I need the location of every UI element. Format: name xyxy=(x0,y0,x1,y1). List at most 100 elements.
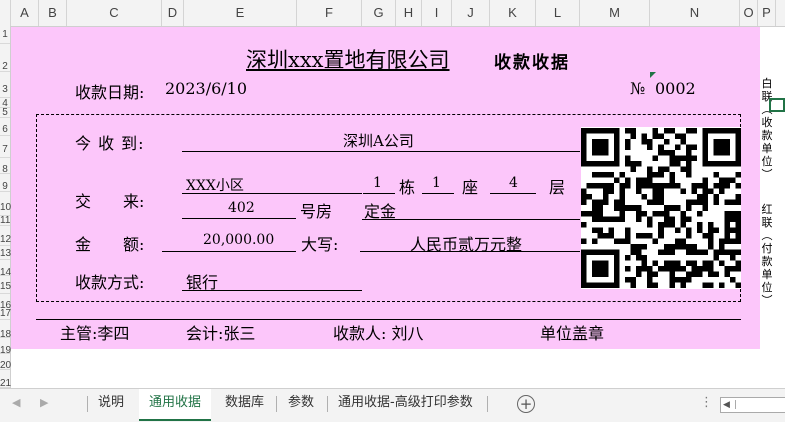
row-header[interactable]: 9 xyxy=(0,174,10,192)
side-char: 联 xyxy=(761,216,773,229)
community-underline xyxy=(182,193,362,194)
community-value[interactable]: XXX小区 xyxy=(186,175,244,195)
floor-value[interactable]: 4 xyxy=(509,175,518,191)
payer-value[interactable]: 深圳A公司 xyxy=(343,130,414,151)
amount-value[interactable]: 20,000.00 xyxy=(203,232,274,248)
column-header[interactable]: H xyxy=(396,0,422,26)
column-header[interactable]: I xyxy=(422,0,452,26)
seal: 单位盖章 xyxy=(540,324,605,343)
row-header[interactable]: 10 xyxy=(0,192,11,216)
side-char: 白 xyxy=(761,77,773,90)
row-header[interactable]: 15 xyxy=(0,276,11,294)
sheet-tab-bar: ◀ ▶ 说明 通用收据 数据库 参数 通用收据-高级打印参数 + ⋮ ◀ xyxy=(0,388,785,422)
tab-sheet[interactable]: 参数 xyxy=(278,389,324,419)
side-char: ︶ xyxy=(761,168,773,181)
side-char: 款 xyxy=(761,255,773,268)
row-header[interactable]: 2 xyxy=(0,44,10,72)
comment-indicator[interactable] xyxy=(650,72,656,78)
add-sheet-icon[interactable]: + xyxy=(517,395,535,413)
amount-upper-label: 大写: xyxy=(301,235,339,254)
column-header[interactable]: D xyxy=(162,0,184,26)
side-char: 款 xyxy=(761,129,773,142)
column-header[interactable]: N xyxy=(650,0,740,26)
building-value[interactable]: 1 xyxy=(373,175,382,191)
amount-label: 金 额: xyxy=(75,235,145,254)
select-all-corner[interactable] xyxy=(0,0,11,26)
column-header[interactable]: O xyxy=(740,0,758,26)
row-header[interactable]: 14 xyxy=(0,260,11,278)
side-char: ︶ xyxy=(761,294,773,307)
column-header[interactable]: M xyxy=(580,0,650,26)
column-header[interactable]: E xyxy=(184,0,297,26)
side-char: 位 xyxy=(761,281,773,294)
room-unit: 号房 xyxy=(300,202,333,221)
column-header[interactable]: J xyxy=(452,0,490,26)
scroll-thumb[interactable] xyxy=(735,400,784,409)
side-char: 单 xyxy=(761,268,773,281)
row-header[interactable]: 11 xyxy=(0,216,10,226)
room-value[interactable]: 402 xyxy=(228,200,255,216)
source-label: 交 来: xyxy=(75,192,145,211)
building-underline xyxy=(363,193,395,194)
side-char: 付 xyxy=(761,242,773,255)
row-header[interactable]: 16 xyxy=(0,294,11,311)
tab-sheet[interactable]: 通用收据 xyxy=(139,389,212,421)
date-value[interactable]: 2023/6/10 xyxy=(165,79,247,98)
column-header[interactable]: G xyxy=(362,0,396,26)
row-header[interactable]: 8 xyxy=(0,158,10,175)
payer-label: 今 收 到: xyxy=(75,134,145,153)
selected-cell[interactable] xyxy=(769,98,785,112)
date-label: 收款日期: xyxy=(75,83,145,102)
side-char: 收 xyxy=(761,116,773,129)
side-char: 红 xyxy=(761,203,773,216)
row-header[interactable]: 20 xyxy=(0,354,11,371)
more-options-icon[interactable]: ⋮ xyxy=(700,395,713,410)
row-header[interactable]: 12 xyxy=(0,226,11,246)
tab-scroll-left-icon[interactable]: ◀ xyxy=(12,396,20,409)
room-underline xyxy=(182,218,296,219)
column-header[interactable]: K xyxy=(490,0,536,26)
row-header[interactable]: 5 xyxy=(0,108,10,118)
row-header[interactable]: 6 xyxy=(0,118,10,136)
scroll-left-icon[interactable]: ◀ xyxy=(723,398,730,412)
row-header-bar: 1 2 3 4 5 6 7 8 9 10 11 12 13 14 15 16 1… xyxy=(0,26,11,389)
block-unit: 座 xyxy=(462,178,479,197)
row-header[interactable]: 7 xyxy=(0,136,10,158)
row-header[interactable]: 21 xyxy=(0,370,11,389)
copy-label-white: 白联 ︵ 收款单位 ︶ xyxy=(760,77,774,181)
column-header[interactable]: F xyxy=(297,0,362,26)
row-header[interactable]: 13 xyxy=(0,246,11,260)
block-value[interactable]: 1 xyxy=(432,175,441,191)
row-header[interactable]: 17 xyxy=(0,308,11,320)
receipt-title: 收款收据 xyxy=(494,53,570,73)
company-name: 深圳xxx置地有限公司 xyxy=(246,48,450,72)
column-header-bar: A B C D E F G H I J K L M N O P xyxy=(0,0,785,27)
column-header[interactable]: P xyxy=(758,0,776,26)
column-header[interactable]: A xyxy=(11,0,39,26)
block-underline xyxy=(422,193,454,194)
tab-sheet[interactable]: 说明 xyxy=(88,389,134,419)
column-header[interactable]: B xyxy=(39,0,67,26)
amount-underline xyxy=(162,251,296,252)
tab-sheet[interactable]: 通用收据-高级打印参数 xyxy=(328,389,483,419)
tab-sheet[interactable]: 数据库 xyxy=(215,389,274,419)
method-underline xyxy=(182,290,362,291)
row-header[interactable]: 1 xyxy=(0,26,10,44)
side-char: ︵ xyxy=(761,229,773,242)
column-header[interactable]: C xyxy=(67,0,162,26)
copy-label-red: 红联 ︵ 付款单位 ︶ xyxy=(760,203,774,307)
method-label: 收款方式: xyxy=(75,273,145,292)
horizontal-scrollbar[interactable]: ◀ xyxy=(720,397,785,413)
floor-unit: 层 xyxy=(549,178,566,197)
tab-scroll-right-icon[interactable]: ▶ xyxy=(40,396,48,409)
amount-upper-underline xyxy=(360,251,580,252)
number-label: № xyxy=(630,79,646,98)
column-header[interactable]: L xyxy=(536,0,580,26)
row-header[interactable]: 3 xyxy=(0,72,10,98)
cashier: 收款人: 刘八 xyxy=(333,324,424,343)
floor-underline xyxy=(490,193,536,194)
row-header[interactable]: 19 xyxy=(0,338,11,356)
receipt-number[interactable]: 0002 xyxy=(655,79,696,98)
supervisor: 主管:李四 xyxy=(60,324,130,343)
row-header[interactable]: 18 xyxy=(0,320,11,340)
